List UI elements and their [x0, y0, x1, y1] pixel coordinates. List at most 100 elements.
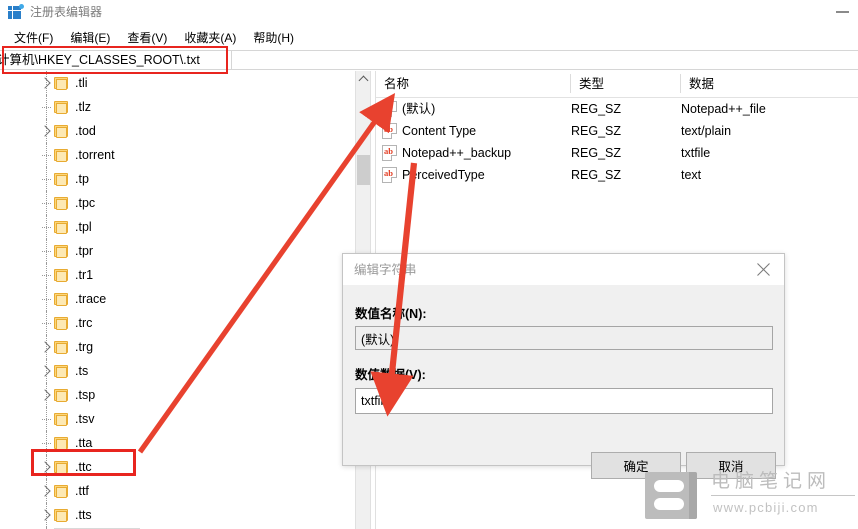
menu-item-edit[interactable]: 编辑(E): [62, 27, 119, 48]
string-value-icon: ab: [382, 101, 397, 117]
dialog-titlebar: 编辑字符串: [343, 254, 784, 285]
tree-item-label: .tts: [75, 508, 92, 522]
cell-data: text/plain: [681, 124, 732, 138]
tree-item-trc[interactable]: .trc: [0, 311, 355, 335]
tree-item-tli[interactable]: .tli: [0, 71, 355, 95]
tree-item-torrent[interactable]: .torrent: [0, 143, 355, 167]
folder-icon: [54, 484, 70, 498]
tree-item-label: .trace: [75, 292, 107, 306]
chevron-right-icon[interactable]: [38, 359, 54, 383]
tree-item-tpc[interactable]: .tpc: [0, 191, 355, 215]
folder-icon: [54, 220, 70, 234]
tree-item-ts[interactable]: .ts: [0, 359, 355, 383]
folder-icon: [54, 148, 70, 162]
column-header-name[interactable]: 名称: [376, 71, 570, 97]
folder-icon: [54, 460, 70, 474]
tree-item-tr1[interactable]: .tr1: [0, 263, 355, 287]
close-icon[interactable]: [742, 254, 784, 285]
chevron-right-icon[interactable]: [38, 383, 54, 407]
cancel-button[interactable]: 取消: [686, 452, 776, 479]
tree-item-label: .tli: [75, 76, 88, 90]
tree-item-tts[interactable]: .tts: [0, 503, 355, 527]
chevron-right-icon[interactable]: [38, 335, 54, 359]
menu-item-file[interactable]: 文件(F): [6, 27, 62, 48]
cell-data: txtfile: [681, 146, 711, 160]
folder-icon: [54, 508, 70, 522]
tree-item-label: .tsp: [75, 388, 96, 402]
address-bar-filler: [232, 50, 858, 70]
address-path-text: 计算机\HKEY_CLASSES_ROOT\.txt: [0, 53, 200, 67]
ok-button[interactable]: 确定: [591, 452, 681, 479]
tree-item-label: .tpr: [75, 244, 94, 258]
folder-icon: [54, 388, 70, 402]
tree-dash-connector: [38, 311, 54, 335]
scroll-up-arrow-icon[interactable]: [356, 71, 370, 88]
table-row[interactable]: ab (默认) REG_SZ Notepad++_file: [376, 98, 858, 120]
tree-dash-connector: [38, 239, 54, 263]
tree-item-tpl[interactable]: .tpl: [0, 215, 355, 239]
folder-icon: [54, 268, 70, 282]
tree-item-ttc[interactable]: .ttc: [0, 455, 355, 479]
minimize-button[interactable]: [836, 11, 849, 13]
tree-dash-connector: [38, 287, 54, 311]
cell-data: text: [681, 168, 702, 182]
folder-icon: [54, 196, 70, 210]
tree-item-ttf[interactable]: .ttf: [0, 479, 355, 503]
tree-item-label: .tsv: [75, 412, 95, 426]
registry-tree-pane[interactable]: .tli .tlz .tod .torrent .tp .tpc .tpl .tpr .tr1.…: [0, 71, 355, 529]
tree-item-tta[interactable]: .tta: [0, 431, 355, 455]
cell-name: Notepad++_backup: [402, 146, 512, 160]
menu-item-favorites[interactable]: 收藏夹(A): [176, 27, 245, 48]
tree-item-tp[interactable]: .tp: [0, 167, 355, 191]
tree-dash-connector: [38, 407, 54, 431]
tree-item-tpr[interactable]: .tpr: [0, 239, 355, 263]
chevron-right-icon[interactable]: [38, 479, 54, 503]
tree-item-label: .tta: [75, 436, 93, 450]
menu-item-help[interactable]: 帮助(H): [245, 27, 303, 48]
tree-item-label: .tlz: [75, 100, 91, 114]
tree-item-tsp[interactable]: .tsp: [0, 383, 355, 407]
tree-item-label: .tpl: [75, 220, 92, 234]
scrollbar-thumb[interactable]: [357, 155, 370, 185]
tree-dash-connector: [38, 215, 54, 239]
value-data-input[interactable]: [355, 388, 773, 414]
cell-type: REG_SZ: [571, 168, 622, 182]
menu-item-view[interactable]: 查看(V): [119, 27, 176, 48]
tree-item-label: .tod: [75, 124, 96, 138]
table-row[interactable]: ab Notepad++_backup REG_SZ txtfile: [376, 142, 858, 164]
table-row[interactable]: ab PerceivedType REG_SZ text: [376, 164, 858, 186]
tree-item-tod[interactable]: .tod: [0, 119, 355, 143]
cell-type: REG_SZ: [571, 124, 622, 138]
folder-icon: [54, 76, 70, 90]
table-row[interactable]: ab Content Type REG_SZ text/plain: [376, 120, 858, 142]
chevron-right-icon[interactable]: [38, 71, 54, 95]
tree-item-label: .trc: [75, 316, 93, 330]
chevron-right-icon[interactable]: [38, 503, 54, 527]
tree-item-label: .ts: [75, 364, 89, 378]
folder-icon: [54, 124, 70, 138]
chevron-right-icon[interactable]: [38, 455, 54, 479]
folder-icon: [54, 316, 70, 330]
folder-icon: [54, 340, 70, 354]
tree-dash-connector: [38, 143, 54, 167]
value-name-label: 数值名称(N):: [355, 307, 427, 321]
cell-name: PerceivedType: [402, 168, 485, 182]
string-value-icon: ab: [382, 145, 397, 161]
cell-type: REG_SZ: [571, 102, 622, 116]
edit-string-dialog: 编辑字符串 数值名称(N): 数值数据(V): 确定 取消: [342, 253, 785, 479]
column-header-type[interactable]: 类型: [571, 71, 680, 97]
chevron-right-icon[interactable]: [38, 119, 54, 143]
tree-item-tsv[interactable]: .tsv: [0, 407, 355, 431]
value-name-input[interactable]: [355, 326, 773, 350]
tree-dash-connector: [38, 191, 54, 215]
tree-item-trg[interactable]: .trg: [0, 335, 355, 359]
column-header-data[interactable]: 数据: [681, 71, 858, 97]
address-bar[interactable]: 计算机\HKEY_CLASSES_ROOT\.txt: [0, 50, 232, 70]
tree-item-tlz[interactable]: .tlz: [0, 95, 355, 119]
string-value-icon: ab: [382, 167, 397, 183]
window-titlebar: 注册表编辑器: [0, 0, 858, 24]
tree-item-trace[interactable]: .trace: [0, 287, 355, 311]
cell-type: REG_SZ: [571, 146, 622, 160]
dialog-title: 编辑字符串: [354, 263, 417, 277]
folder-icon: [54, 100, 70, 114]
